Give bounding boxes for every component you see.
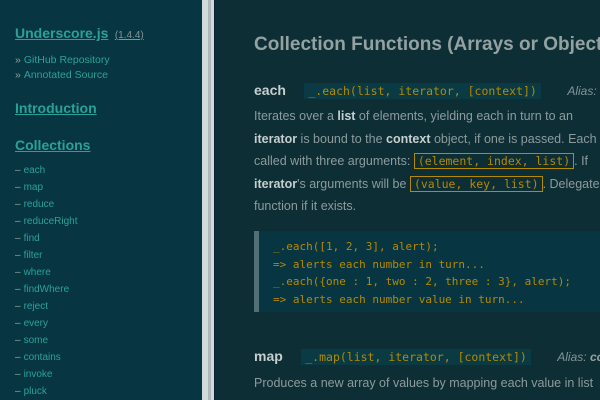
alias-label: Alias: [557,350,587,364]
sidebar-item-label: reduceRight [23,216,78,227]
each-header: each _.each(list, iterator, [context]) A… [254,81,600,99]
sidebar-divider-inner [208,0,211,400]
inline-code: (element, index, list) [413,153,575,169]
each-desc-line-5: function if it exists. [254,199,357,213]
each-desc-line-2: iterator is bound to the context object,… [254,128,600,151]
sidebar-item-label: reject [23,301,49,312]
dash-icon: – [15,335,21,346]
brand-link[interactable]: Underscore.js [15,25,108,41]
each-signature: _.each(list, iterator, [context]) [304,83,541,99]
dash-icon: – [15,284,21,295]
sidebar-item-label: where [23,267,51,278]
dash-icon: – [15,386,21,397]
dash-icon: – [15,352,21,363]
each-alias: Alias: forEach [567,84,600,98]
code-line: _.each([1, 2, 3], alert); [273,240,439,253]
sidebar-divider [202,0,215,400]
map-description: Produces a new array of values by mappin… [254,372,593,395]
sidebar-item-label: findWhere [23,284,70,295]
sidebar-item-filter[interactable]: – filter [15,247,77,264]
sidebar-item-label: reduce [23,199,55,210]
annotated-source-link[interactable]: » Annotated Source [15,68,110,83]
brand-version[interactable]: (1.4.4) [115,30,144,41]
text-bold: iterator [254,131,298,146]
dash-icon: – [15,233,21,244]
bullet-icon: » [15,69,21,81]
sidebar-item-reduceright[interactable]: – reduceRight [15,213,77,230]
code-line: => alerts each number in turn... [273,257,485,271]
sidebar-item-label: filter [23,250,43,261]
sidebar-item-findwhere[interactable]: – findWhere [15,281,77,298]
sidebar-item-each[interactable]: – each [15,162,77,179]
sidebar-item-label: each [23,165,46,176]
sidebar-item-where[interactable]: – where [15,264,77,281]
dash-icon: – [15,216,21,227]
annotated-source-label: Annotated Source [23,69,108,81]
text-bold: iterator [254,176,298,191]
sidebar-item-label: some [23,335,49,346]
text: is bound to the [297,131,387,146]
sidebar-item-pluck[interactable]: – pluck [15,383,77,400]
alias-label: Alias: [567,84,597,98]
sidebar-item-label: invoke [23,369,53,380]
map-alias-value: collect [589,350,600,364]
dash-icon: – [15,267,21,278]
sidebar-item-reject[interactable]: – reject [15,298,77,315]
github-repository-label: GitHub Repository [23,54,110,66]
each-desc-line-4: iterator's arguments will be (value, key… [254,173,600,196]
sidebar-item-some[interactable]: – some [15,332,77,349]
inline-code: (value, key, list) [409,175,543,192]
each-function-name: each [254,82,286,98]
dash-icon: – [15,250,21,261]
text: of elements, yielding each in turn to an [355,109,573,123]
sidebar-item-label: map [23,182,44,193]
sidebar-item-reduce[interactable]: – reduce [15,196,77,213]
sidebar: Underscore.js (1.4.4) » GitHub Repository… [0,0,202,400]
github-repository-link[interactable]: » GitHub Repository [15,53,110,68]
map-header: map _.map(list, iterator, [context]) Ali… [254,347,600,365]
text: . If [574,154,589,168]
text: . Delegates to the native [542,176,600,191]
map-signature: _.map(list, iterator, [context]) [301,349,531,365]
collection-functions-list: – each – map – reduce – reduceRight – find – f… [15,162,77,400]
text-bold: context [386,131,431,146]
text: Iterates over a [254,109,338,123]
sidebar-item-label: every [23,318,49,329]
code-line: _.each({one : 1, two : 2, three : 3}, al… [273,275,572,288]
dash-icon: – [15,182,21,193]
dash-icon: – [15,301,21,312]
each-desc-line-1: Iterates over a list of elements, yieldi… [254,105,600,128]
each-description: Iterates over a list of elements, yieldi… [254,105,600,218]
text: object, if one is passed. Each invocatio… [433,131,600,146]
sidebar-item-label: contains [23,352,61,363]
code-line: => alerts each number value in turn... [273,292,525,306]
text: called with three arguments: [254,154,414,168]
top-links: » GitHub Repository » Annotated Source [15,53,110,83]
dash-icon: – [15,165,21,176]
each-code-example: _.each([1, 2, 3], alert); => alerts each… [254,231,600,312]
dash-icon: – [15,318,21,329]
bullet-icon: » [15,54,21,66]
map-function-name: map [254,348,283,364]
collections-link[interactable]: Collections [15,137,90,153]
map-desc-line-1: Produces a new array of values by mappin… [254,376,594,390]
dash-icon: – [15,199,21,210]
sidebar-item-label: pluck [23,386,47,397]
dash-icon: – [15,369,21,380]
map-alias: Alias: collect [557,350,600,364]
sidebar-item-contains[interactable]: – contains [15,349,77,366]
sidebar-item-invoke[interactable]: – invoke [15,366,77,383]
introduction-link[interactable]: Introduction [15,100,97,116]
brand: Underscore.js (1.4.4) [15,25,144,43]
sidebar-item-every[interactable]: – every [15,315,77,332]
sidebar-item-map[interactable]: – map [15,179,77,196]
text: 's arguments will be [297,176,410,191]
main-content: Collection Functions (Arrays or Objects)… [215,0,600,400]
sidebar-item-label: find [23,233,40,244]
text-bold: list [337,109,356,123]
page-title: Collection Functions (Arrays or Objects) [254,34,600,55]
sidebar-item-find[interactable]: – find [15,230,77,247]
each-desc-line-3: called with three arguments: (element, i… [254,150,600,173]
